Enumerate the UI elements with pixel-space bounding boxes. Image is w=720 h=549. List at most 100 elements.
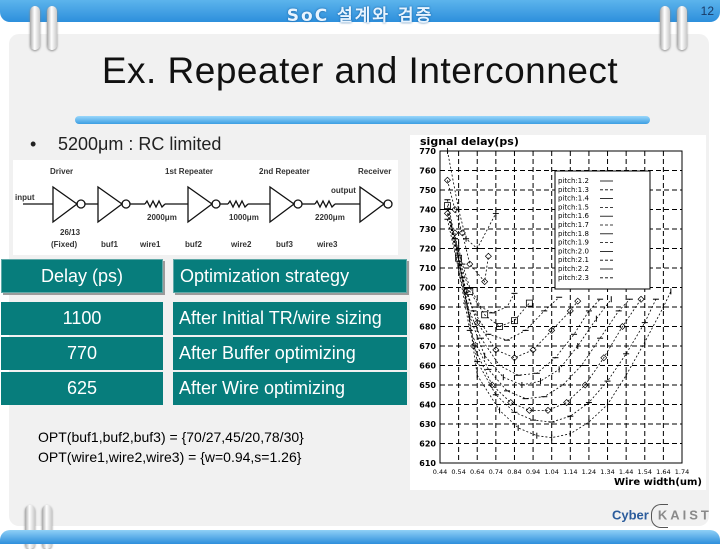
y-tick-label: 730 <box>419 225 436 234</box>
y-tick-label: 680 <box>419 323 436 332</box>
y-tick-label: 650 <box>419 381 436 390</box>
logo-cyber: Cyber <box>612 507 649 523</box>
y-tick-label: 630 <box>419 420 436 429</box>
page-number: 12 <box>700 4 714 18</box>
legend-entry-label: pitch:2.1 <box>558 256 589 264</box>
label-buf3: buf3 <box>276 240 293 249</box>
y-tick-label: 660 <box>419 362 436 371</box>
header-bar: SoC 설계와 검증 12 <box>0 0 720 26</box>
y-tick-label: 620 <box>419 440 436 449</box>
x-tick-label: 1.64 <box>656 468 670 476</box>
label-2nd-repeater: 2nd Repeater <box>259 167 310 176</box>
x-tick-label: 0.74 <box>489 468 503 476</box>
x-tick-label: 0.64 <box>470 468 484 476</box>
slide-title: Ex. Repeater and Interconnect <box>101 50 619 91</box>
table-header-strategy: Optimization strategy <box>173 259 407 293</box>
legend-entry-label: pitch:2.3 <box>558 274 589 282</box>
x-tick-label: 1.54 <box>638 468 652 476</box>
legend-entry-label: pitch:2.0 <box>558 247 589 255</box>
x-tick-label: 1.34 <box>600 468 614 476</box>
logo-kaist: KAIST <box>657 507 712 523</box>
x-tick-label: 0.94 <box>526 468 540 476</box>
y-tick-label: 750 <box>419 186 436 195</box>
receiver-inverter-icon <box>359 185 386 224</box>
binder-ring-icon <box>30 6 40 50</box>
label-buf2: buf2 <box>185 240 202 249</box>
label-receiver: Receiver <box>358 167 391 176</box>
wire1-length: 2000μm <box>147 213 177 222</box>
buf1-inverter-icon <box>97 185 124 224</box>
buf2-inverter-icon <box>187 185 214 224</box>
bullet-dot-icon: • <box>30 134 37 154</box>
table-cell-strategy: After Initial TR/wire sizing <box>173 302 407 335</box>
opt-buffers: OPT(buf1,buf2,buf3) = {70/27,45/20,78/30… <box>38 429 304 445</box>
chart-xlabel: Wire width(um) <box>614 477 702 488</box>
x-tick-label: 0.84 <box>507 468 521 476</box>
bullet-item: • 5200μm : RC limited <box>30 134 221 155</box>
y-tick-label: 720 <box>419 245 436 254</box>
y-tick-label: 700 <box>419 284 436 293</box>
legend-entry-label: pitch:1.5 <box>558 203 589 211</box>
table-cell-strategy: After Buffer optimizing <box>173 337 407 370</box>
opt-wires: OPT(wire1,wire2,wire3) = {w=0.94,s=1.26} <box>38 449 302 465</box>
y-tick-label: 740 <box>419 206 436 215</box>
x-tick-label: 1.14 <box>563 468 577 476</box>
repeater-circuit-diagram: Driver 1st Repeater 2nd Repeater Receive… <box>13 160 398 255</box>
x-tick-label: 1.44 <box>619 468 633 476</box>
wire2-resistor-icon <box>227 199 249 209</box>
label-wire3: wire3 <box>316 240 338 249</box>
y-tick-label: 610 <box>419 459 436 468</box>
header-title: SoC 설계와 검증 <box>286 6 434 26</box>
y-tick-label: 770 <box>419 147 436 156</box>
driver-note: (Fixed) <box>51 240 78 249</box>
label-driver: Driver <box>50 167 73 176</box>
legend-entry-label: pitch:1.9 <box>558 239 589 247</box>
label-output: output <box>331 186 356 195</box>
title-underline <box>75 116 650 124</box>
x-tick-label: 1.74 <box>675 468 689 476</box>
table-cell-delay: 625 <box>1 372 163 405</box>
data-point <box>444 148 451 154</box>
y-tick-label: 710 <box>419 264 436 273</box>
legend-entry-label: pitch:1.8 <box>558 230 589 238</box>
table-cell-delay: 1100 <box>1 302 163 335</box>
wire3-length: 2200μm <box>315 213 345 222</box>
x-tick-label: 1.24 <box>582 468 596 476</box>
table-header-delay: Delay (ps) <box>1 259 163 293</box>
label-input: input <box>15 193 35 202</box>
legend-entry-label: pitch:1.7 <box>558 221 589 229</box>
label-wire1: wire1 <box>139 240 161 249</box>
data-point <box>455 206 462 213</box>
legend-entry-label: pitch:1.6 <box>558 212 589 220</box>
driver-size: 26/13 <box>60 228 81 237</box>
table-cell-delay: 770 <box>1 337 163 370</box>
x-tick-label: 0.54 <box>451 468 465 476</box>
binder-ring-icon <box>677 6 687 50</box>
driver-inverter-icon <box>52 185 79 224</box>
bullet-text: 5200μm : RC limited <box>58 134 222 154</box>
label-buf1: buf1 <box>101 240 118 249</box>
signal-delay-chart: signal delay(ps) Wire width(um) 770 760 75… <box>410 135 706 490</box>
y-tick-label: 670 <box>419 342 436 351</box>
wire2-length: 1000μm <box>229 213 259 222</box>
table-cell-strategy: After Wire optimizing <box>173 372 407 405</box>
legend-entry-label: pitch:1.4 <box>558 195 589 203</box>
buf3-inverter-icon <box>269 185 296 224</box>
label-1st-repeater: 1st Repeater <box>165 167 213 176</box>
y-tick-label: 760 <box>419 167 436 176</box>
footer-bar <box>0 530 720 544</box>
data-point <box>525 299 533 307</box>
legend-entry-label: pitch:1.2 <box>558 177 589 185</box>
data-point <box>637 295 645 303</box>
x-tick-label: 0.44 <box>433 468 447 476</box>
wire3-resistor-icon <box>314 199 336 209</box>
y-tick-label: 690 <box>419 303 436 312</box>
legend-entry-label: pitch:2.2 <box>558 265 589 273</box>
binder-ring-icon <box>660 6 670 50</box>
cyber-kaist-logo: Cyber KAIST <box>612 504 712 528</box>
y-tick-label: 640 <box>419 401 436 410</box>
legend-entry-label: pitch:1.3 <box>558 186 589 194</box>
x-tick-label: 1.04 <box>544 468 558 476</box>
binder-ring-icon <box>47 6 57 50</box>
data-point <box>492 210 499 217</box>
